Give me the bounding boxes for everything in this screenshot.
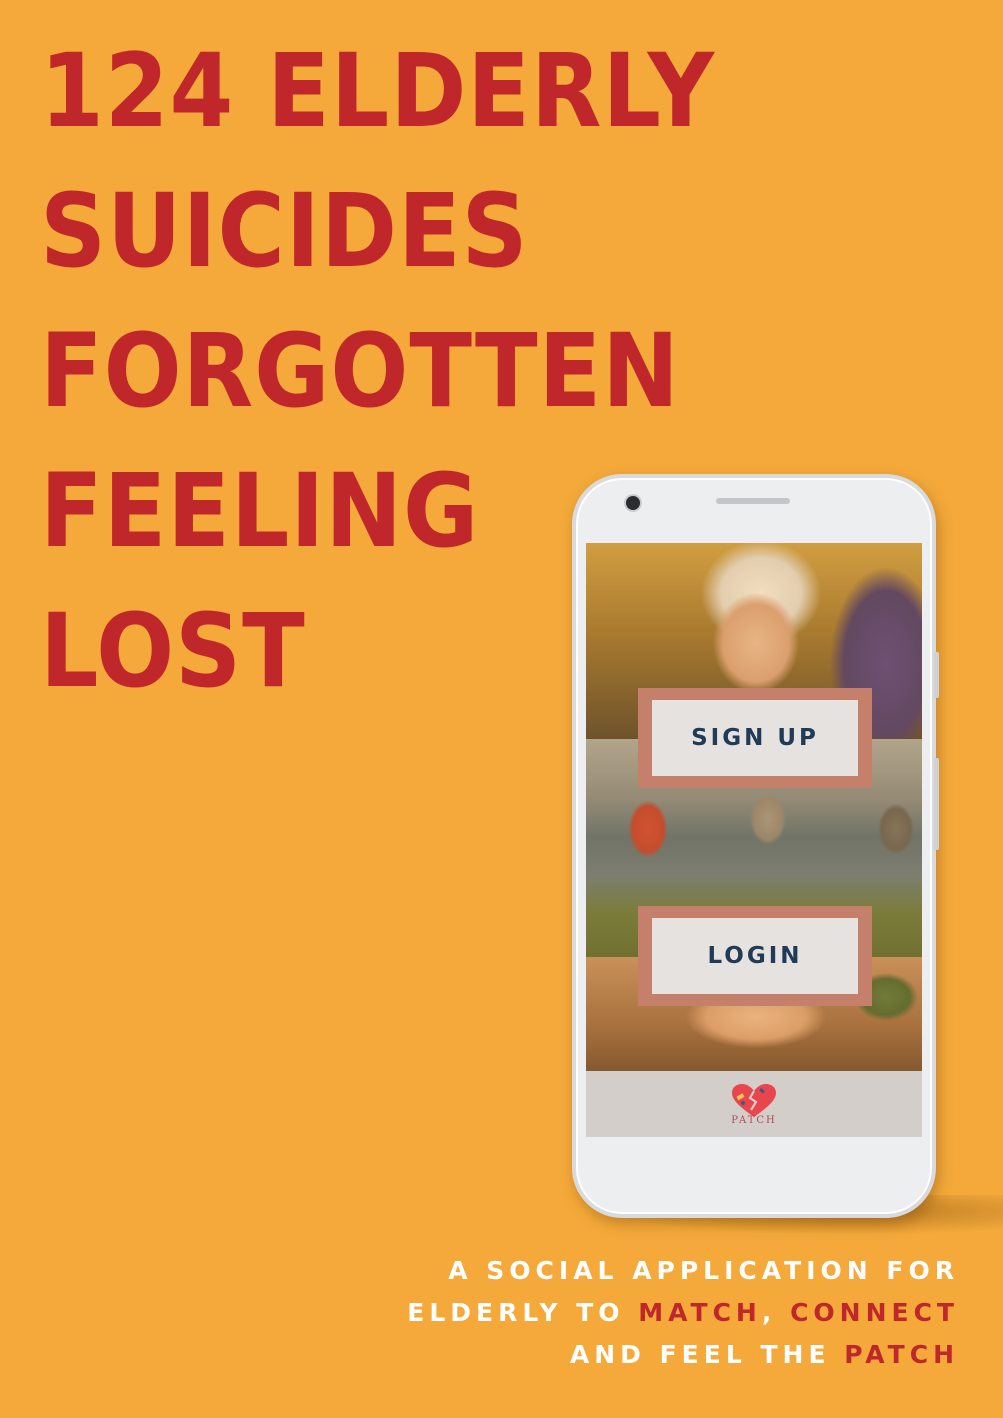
logo-text: PATCH	[731, 1115, 777, 1126]
tagline-text: AND FEEL THE	[569, 1340, 845, 1369]
sign-up-button[interactable]: SIGN UP	[638, 688, 872, 788]
tagline-text: ELDERLY TO	[407, 1298, 639, 1327]
tagline-match: MATCH	[638, 1298, 762, 1327]
headline-line-2: SUICIDES	[40, 172, 529, 291]
phone-power-button	[934, 652, 939, 698]
tagline-comma: ,	[761, 1298, 791, 1327]
tagline-patch: PATCH	[844, 1340, 959, 1369]
phone-screen: SIGN UP LOGIN PATCH	[586, 543, 922, 1137]
login-label: LOGIN	[707, 943, 803, 969]
tagline-text: A SOCIAL APPLICATION FOR	[448, 1256, 959, 1285]
patch-logo: PATCH	[728, 1083, 780, 1131]
tagline-line-2: ELDERLY TO MATCH, CONNECT	[407, 1292, 959, 1334]
sign-up-button-face: SIGN UP	[652, 700, 858, 776]
login-button-face: LOGIN	[652, 918, 858, 994]
tagline-line-1: A SOCIAL APPLICATION FOR	[407, 1250, 959, 1292]
tagline-connect: CONNECT	[790, 1298, 959, 1327]
broken-heart-patch-icon	[732, 1084, 776, 1117]
phone-volume-button	[934, 758, 939, 850]
tagline: A SOCIAL APPLICATION FOR ELDERLY TO MATC…	[407, 1250, 959, 1376]
tagline-line-3: AND FEEL THE PATCH	[407, 1334, 959, 1376]
sign-up-label: SIGN UP	[691, 725, 819, 751]
phone-speaker	[716, 498, 790, 504]
headline-line-1: 124 ELDERLY	[40, 32, 715, 151]
front-camera-icon	[626, 496, 640, 510]
app-footer: PATCH	[586, 1071, 922, 1137]
login-button[interactable]: LOGIN	[638, 906, 872, 1006]
headline-line-3: FORGOTTEN	[40, 312, 680, 431]
